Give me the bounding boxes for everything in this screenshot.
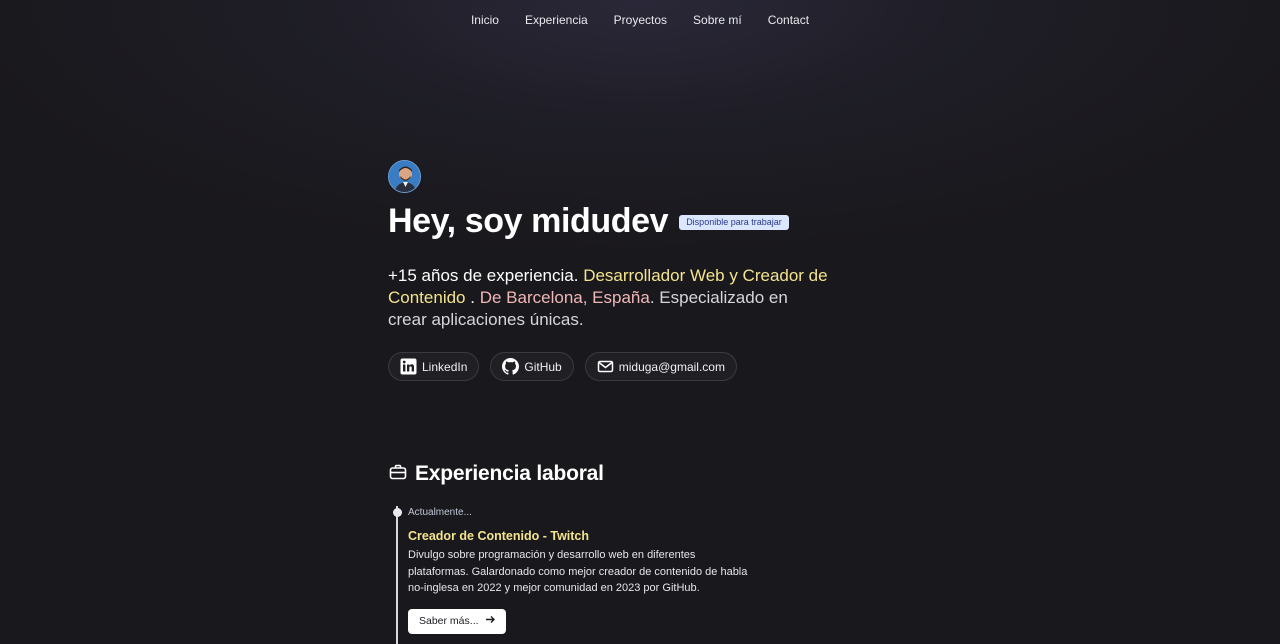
experience-title: Experiencia laboral bbox=[415, 462, 604, 485]
intro-experience: +15 años de experiencia. bbox=[388, 266, 579, 285]
hero-section: Hey, soy midudev Disponible para trabaja… bbox=[388, 160, 848, 381]
experience-heading: Experiencia laboral bbox=[389, 462, 849, 486]
nav-link-inicio[interactable]: Inicio bbox=[458, 0, 512, 40]
email-label: miduga@gmail.com bbox=[618, 359, 725, 374]
page-title: Hey, soy midudev bbox=[388, 202, 669, 240]
linkedin-icon bbox=[400, 358, 417, 375]
nav-link-proyectos[interactable]: Proyectos bbox=[601, 0, 680, 40]
email-button[interactable]: miduga@gmail.com bbox=[584, 352, 737, 381]
job-description: Divulgo sobre programación y desarrollo … bbox=[408, 549, 748, 594]
intro-separator: . bbox=[470, 288, 475, 307]
timeline-dot bbox=[393, 508, 402, 517]
intro-location: De Barcelona, España bbox=[479, 288, 650, 307]
nav-link-sobre-mi[interactable]: Sobre mí bbox=[680, 0, 755, 40]
github-icon bbox=[502, 358, 520, 375]
nav-link-experiencia[interactable]: Experiencia bbox=[512, 0, 601, 40]
learn-more-label: Saber más... bbox=[419, 615, 479, 627]
intro-text: +15 años de experiencia. Desarrollador W… bbox=[388, 265, 828, 331]
mail-icon bbox=[597, 358, 614, 375]
linkedin-button[interactable]: LinkedIn bbox=[388, 352, 480, 381]
title-row: Hey, soy midudev Disponible para trabaja… bbox=[388, 201, 848, 241]
arrow-right-icon bbox=[485, 614, 496, 628]
github-button[interactable]: GitHub bbox=[490, 352, 574, 381]
briefcase-icon bbox=[389, 463, 407, 486]
avatar bbox=[388, 160, 421, 193]
learn-more-button[interactable]: Saber más... bbox=[408, 608, 506, 634]
job-title: Creador de Contenido - Twitch bbox=[408, 529, 590, 543]
job-entry: Actualmente... Creador de Contenido - Tw… bbox=[408, 507, 758, 634]
job-date: Actualmente... bbox=[408, 507, 472, 518]
experience-section: Experiencia laboral bbox=[389, 462, 849, 486]
social-links: LinkedIn GitHub miduga@gmail.com bbox=[388, 352, 848, 381]
timeline-line bbox=[396, 506, 398, 644]
top-nav: Inicio Experiencia Proyectos Sobre mí Co… bbox=[0, 0, 1280, 40]
nav-link-contact[interactable]: Contact bbox=[755, 0, 822, 40]
github-label: GitHub bbox=[524, 359, 562, 374]
availability-badge: Disponible para trabajar bbox=[679, 214, 789, 230]
linkedin-label: LinkedIn bbox=[422, 359, 468, 374]
